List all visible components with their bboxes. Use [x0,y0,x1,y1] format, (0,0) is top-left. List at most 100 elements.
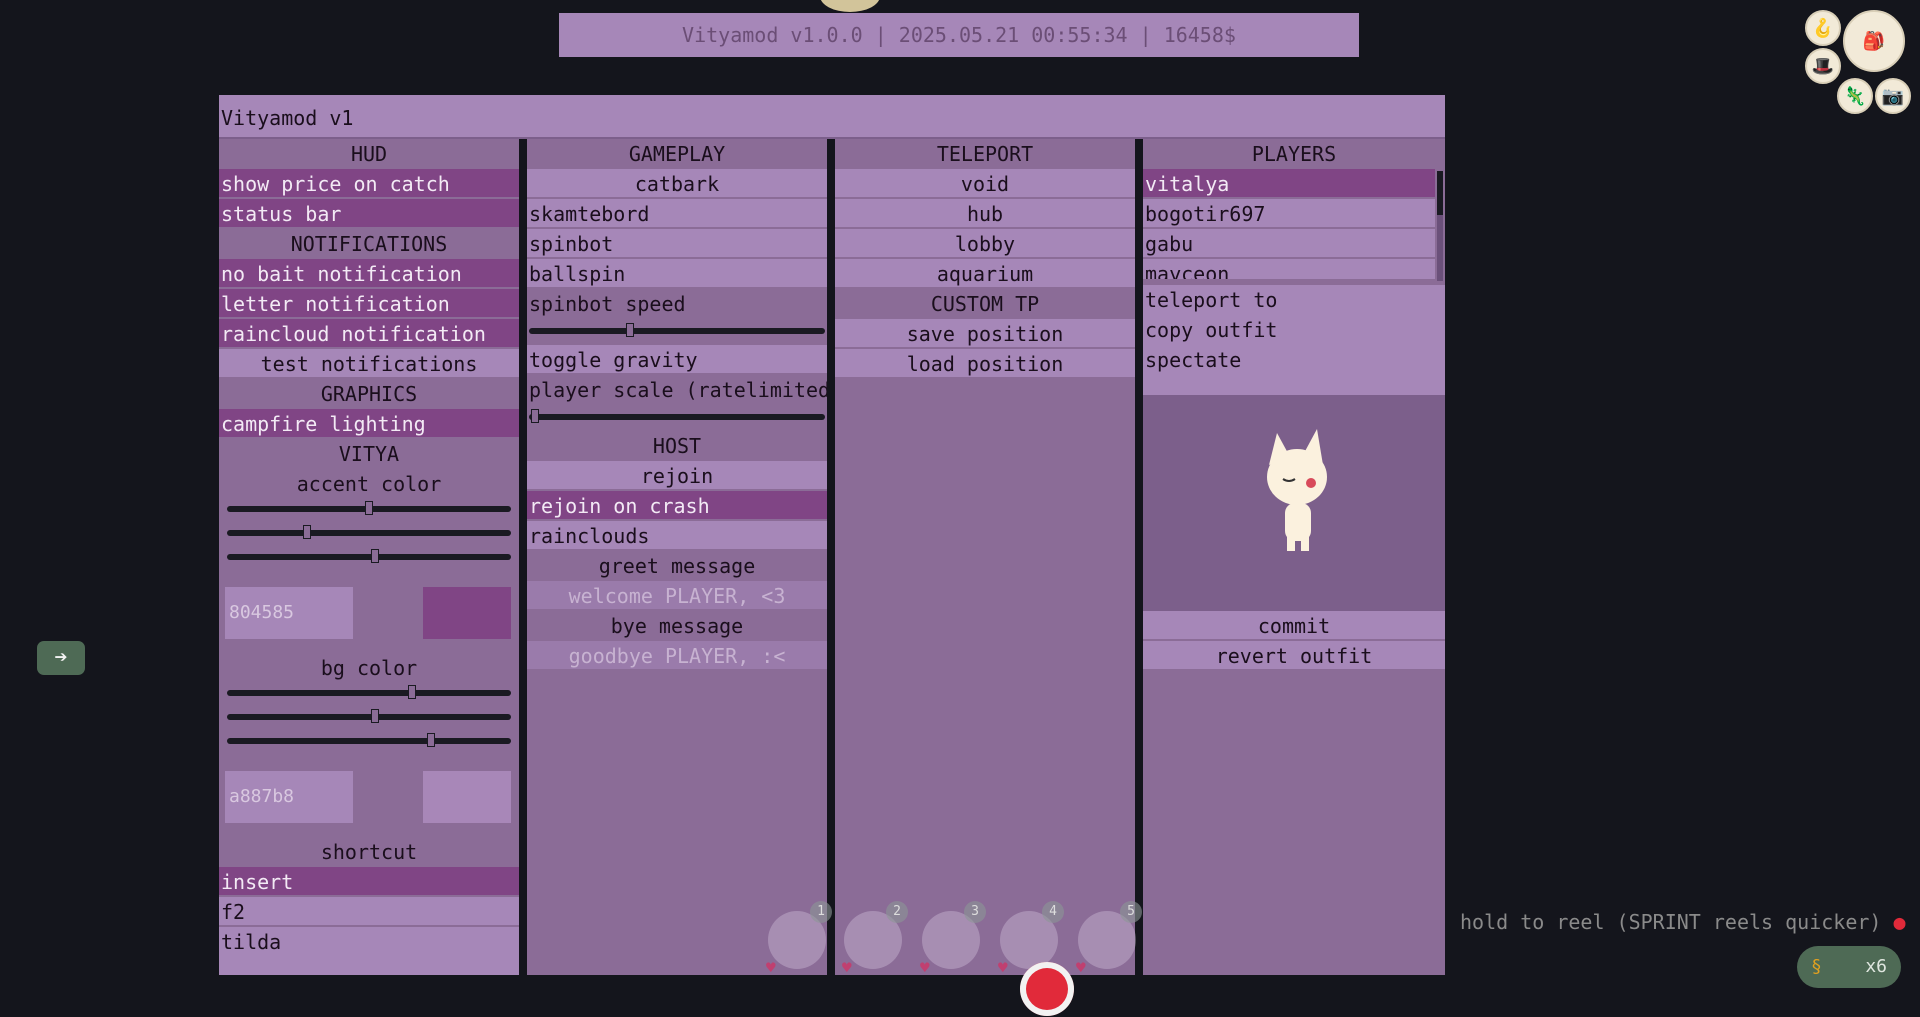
accent-red-slider[interactable] [227,499,511,517]
teleport-hub-button[interactable]: hub [835,199,1135,227]
reel-hint-text: hold to reel (SPRINT reels quicker) [1460,910,1882,934]
teleport-to-button[interactable]: teleport to [1143,285,1445,315]
bait-count: x6 [1865,956,1887,977]
mod-menu-window: Vityamod v1 HUD show price on catch stat… [219,95,1445,975]
catbark-button[interactable]: catbark [527,169,827,197]
bg-color-row: a887b8 [219,771,519,825]
background-light [820,0,880,12]
teleport-aquarium-button[interactable]: aquarium [835,259,1135,287]
rejoin-button[interactable]: rejoin [527,461,827,489]
bg-color-swatch [423,771,511,823]
player-preview [1143,395,1445,611]
accent-color-row: 804585 [219,587,519,641]
arrow-right-icon[interactable]: ➔ [37,641,85,675]
bg-hex-input[interactable]: a887b8 [225,771,353,823]
gameplay-column: GAMEPLAY catbark skamtebord spinbot ball… [527,139,827,975]
accent-color-swatch [423,587,511,639]
hat-icon[interactable]: 🎩 [1805,48,1841,84]
skamtebord-toggle[interactable]: skamtebord [527,199,827,227]
players-header: PLAYERS [1143,139,1445,167]
column-divider [519,139,527,975]
bg-color-label: bg color [219,653,519,681]
heart-icon: ♥ [1076,958,1086,977]
ballspin-toggle[interactable]: ballspin [527,259,827,287]
heart-icon: ♥ [766,958,776,977]
window-title-bar[interactable]: Vityamod v1 [219,95,1445,137]
copy-outfit-button[interactable]: copy outfit [1143,315,1445,345]
bye-message-label: bye message [527,611,827,639]
rejoin-on-crash-toggle[interactable]: rejoin on crash [527,491,827,519]
hotbar-slot-3[interactable]: 3 ♥ [920,901,986,977]
shortcut-option-tilda[interactable]: tilda [219,927,519,975]
campfire-lighting-toggle[interactable]: campfire lighting [219,409,519,437]
hotbar-slot-2[interactable]: 2 ♥ [842,901,908,977]
bg-red-slider[interactable] [227,683,511,701]
fishing-bobber-icon [1020,962,1074,1016]
player-item-bogotir697[interactable]: bogotir697 [1143,199,1435,227]
accent-color-label: accent color [219,469,519,497]
reel-hint: hold to reel (SPRINT reels quicker) ● [1460,910,1906,934]
slot-number: 3 [964,901,986,923]
letter-notification-toggle[interactable]: letter notification [219,289,519,317]
spectate-button[interactable]: spectate [1143,345,1445,375]
player-actions: teleport to copy outfit spectate [1143,285,1445,395]
accent-hex-input[interactable]: 804585 [225,587,353,639]
rainclouds-toggle[interactable]: rainclouds [527,521,827,549]
spinbot-speed-slider[interactable] [529,321,825,339]
accent-blue-slider[interactable] [227,547,511,565]
spinbot-toggle[interactable]: spinbot [527,229,827,257]
hotbar-slot-5[interactable]: 5 ♥ [1076,901,1142,977]
no-bait-notification-toggle[interactable]: no bait notification [219,259,519,287]
teleport-void-button[interactable]: void [835,169,1135,197]
slot-number: 5 [1120,901,1142,923]
backpack-icon[interactable]: 🎒 [1843,10,1905,72]
bg-blue-slider[interactable] [227,731,511,749]
heart-icon: ♥ [998,958,1008,977]
window-title: Vityamod v1 [221,106,354,130]
slot-number: 1 [810,901,832,923]
test-notifications-button[interactable]: test notifications [219,349,519,377]
teleport-lobby-button[interactable]: lobby [835,229,1135,257]
fishing-hook-icon[interactable]: 🪝 [1805,10,1841,46]
shortcut-option-f2[interactable]: f2 [219,897,519,925]
player-scale-slider[interactable] [529,407,825,425]
players-column: PLAYERS vitalya bogotir697 gabu mayceon … [1143,139,1445,975]
player-item-vitalya[interactable]: vitalya [1143,169,1435,197]
commit-button[interactable]: commit [1143,611,1445,639]
spinbot-speed-label: spinbot speed [527,289,827,317]
shortcut-option-insert[interactable]: insert [219,867,519,895]
accent-green-slider[interactable] [227,523,511,541]
camera-icon[interactable]: 📷 [1875,78,1911,114]
raincloud-notification-toggle[interactable]: raincloud notification [219,319,519,347]
player-item-mayceon[interactable]: mayceon [1143,259,1435,279]
player-avatar-icon [1267,429,1327,551]
hotbar: 1 ♥ 2 ♥ 3 ♥ 4 ♥ 5 ♥ [766,901,1148,983]
bg-green-slider[interactable] [227,707,511,725]
player-list: vitalya bogotir697 gabu mayceon [1143,169,1445,283]
greet-message-label: greet message [527,551,827,579]
heart-icon: ♥ [920,958,930,977]
creature-icon[interactable]: 🦎 [1837,78,1873,114]
hotbar-slot-1[interactable]: 1 ♥ [766,901,832,977]
hud-header: HUD [219,139,519,167]
toggle-gravity-toggle[interactable]: toggle gravity [527,345,827,373]
player-list-scrollbar[interactable] [1437,171,1443,281]
worm-icon: § [1811,956,1822,977]
greet-message-input[interactable]: welcome PLAYER, <3 [527,581,827,609]
player-item-gabu[interactable]: gabu [1143,229,1435,257]
bye-message-input[interactable]: goodbye PLAYER, :< [527,641,827,669]
load-position-button[interactable]: load position [835,349,1135,377]
show-price-toggle[interactable]: show price on catch [219,169,519,197]
shortcut-label: shortcut [219,837,519,865]
notifications-header: NOTIFICATIONS [219,229,519,257]
teleport-column: TELEPORT void hub lobby aquarium CUSTOM … [835,139,1135,975]
slot-number: 4 [1042,901,1064,923]
graphics-header: GRAPHICS [219,379,519,407]
status-bar-toggle[interactable]: status bar [219,199,519,227]
save-position-button[interactable]: save position [835,319,1135,347]
vitya-header: VITYA [219,439,519,467]
hotbar-slot-4[interactable]: 4 ♥ [998,901,1064,977]
column-divider [1135,139,1143,975]
gameplay-header: GAMEPLAY [527,139,827,167]
revert-outfit-button[interactable]: revert outfit [1143,641,1445,669]
